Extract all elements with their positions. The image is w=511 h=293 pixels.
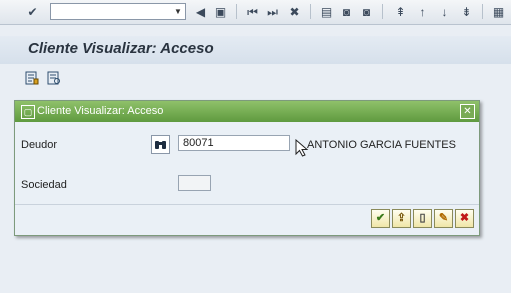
find-icon[interactable]: ◙ (338, 3, 355, 20)
application-toolbar-button-1[interactable] (24, 70, 40, 86)
command-field[interactable]: ▼ (50, 3, 186, 20)
access-dialog: ▢ Cliente Visualizar: Acceso ✕ Deudor 80… (14, 100, 480, 236)
previous-page-icon[interactable]: ↑ (414, 3, 431, 20)
exit-icon[interactable]: ⏭ (264, 3, 281, 20)
find-next-icon[interactable]: ◙ (358, 3, 375, 20)
mouse-pointer-icon (295, 139, 309, 157)
dialog-title: Cliente Visualizar: Acceso (37, 105, 164, 117)
application-toolbar-button-2[interactable] (46, 70, 62, 86)
new-document-icon: ▯ (419, 212, 426, 224)
page-title: Cliente Visualizar: Acceso (28, 40, 214, 57)
enter-icon[interactable]: ✔ (24, 3, 41, 20)
back-icon[interactable]: ⏮ (244, 3, 261, 20)
print-icon[interactable]: ▤ (318, 3, 335, 20)
save-icon[interactable]: ▣ (212, 3, 229, 20)
sociedad-input[interactable] (178, 175, 211, 191)
first-page-icon[interactable]: ⇞ (392, 3, 409, 20)
document-search-icon (47, 71, 60, 85)
window-icon: ▢ (21, 105, 35, 119)
dialog-footer-divider (15, 204, 479, 205)
possible-entries-button[interactable] (151, 135, 170, 154)
edit-icon: ✎ (438, 212, 449, 224)
last-page-icon[interactable]: ⇟ (458, 3, 475, 20)
deudor-description: ANTONIO GARCIA FUENTES (307, 139, 456, 151)
data-icon: ⇪ (396, 212, 407, 224)
edit-button[interactable]: ✎ (434, 209, 453, 228)
new-document-button[interactable]: ▯ (413, 209, 432, 228)
cancel-button[interactable]: ✖ (455, 209, 474, 228)
binoculars-icon (155, 141, 166, 149)
chevron-down-icon[interactable]: ▼ (171, 4, 185, 19)
sociedad-label: Sociedad (21, 179, 67, 191)
close-icon[interactable]: ✕ (460, 104, 475, 119)
back-triangle-icon[interactable]: ◀ (192, 3, 209, 20)
next-page-icon[interactable]: ↓ (436, 3, 453, 20)
cancel-icon[interactable]: ✖ (286, 3, 303, 20)
cancel-icon: ✖ (459, 212, 470, 224)
document-list-icon (25, 71, 39, 85)
continue-button[interactable]: ✔ (371, 209, 390, 228)
deudor-input[interactable]: 80071 (178, 135, 290, 151)
data-button[interactable]: ⇪ (392, 209, 411, 228)
title-bar: Cliente Visualizar: Acceso (0, 36, 511, 64)
layout-icon[interactable]: ▦ (490, 3, 507, 20)
system-toolbar: ✔ ▼ ◀ ▣ ⏮ ⏭ ✖ ▤ ◙ ◙ ⇞ ↑ ↓ ⇟ ▦ (0, 0, 511, 25)
continue-icon: ✔ (375, 212, 386, 224)
dialog-title-bar[interactable]: ▢ Cliente Visualizar: Acceso ✕ (15, 101, 479, 122)
deudor-label: Deudor (21, 139, 58, 151)
